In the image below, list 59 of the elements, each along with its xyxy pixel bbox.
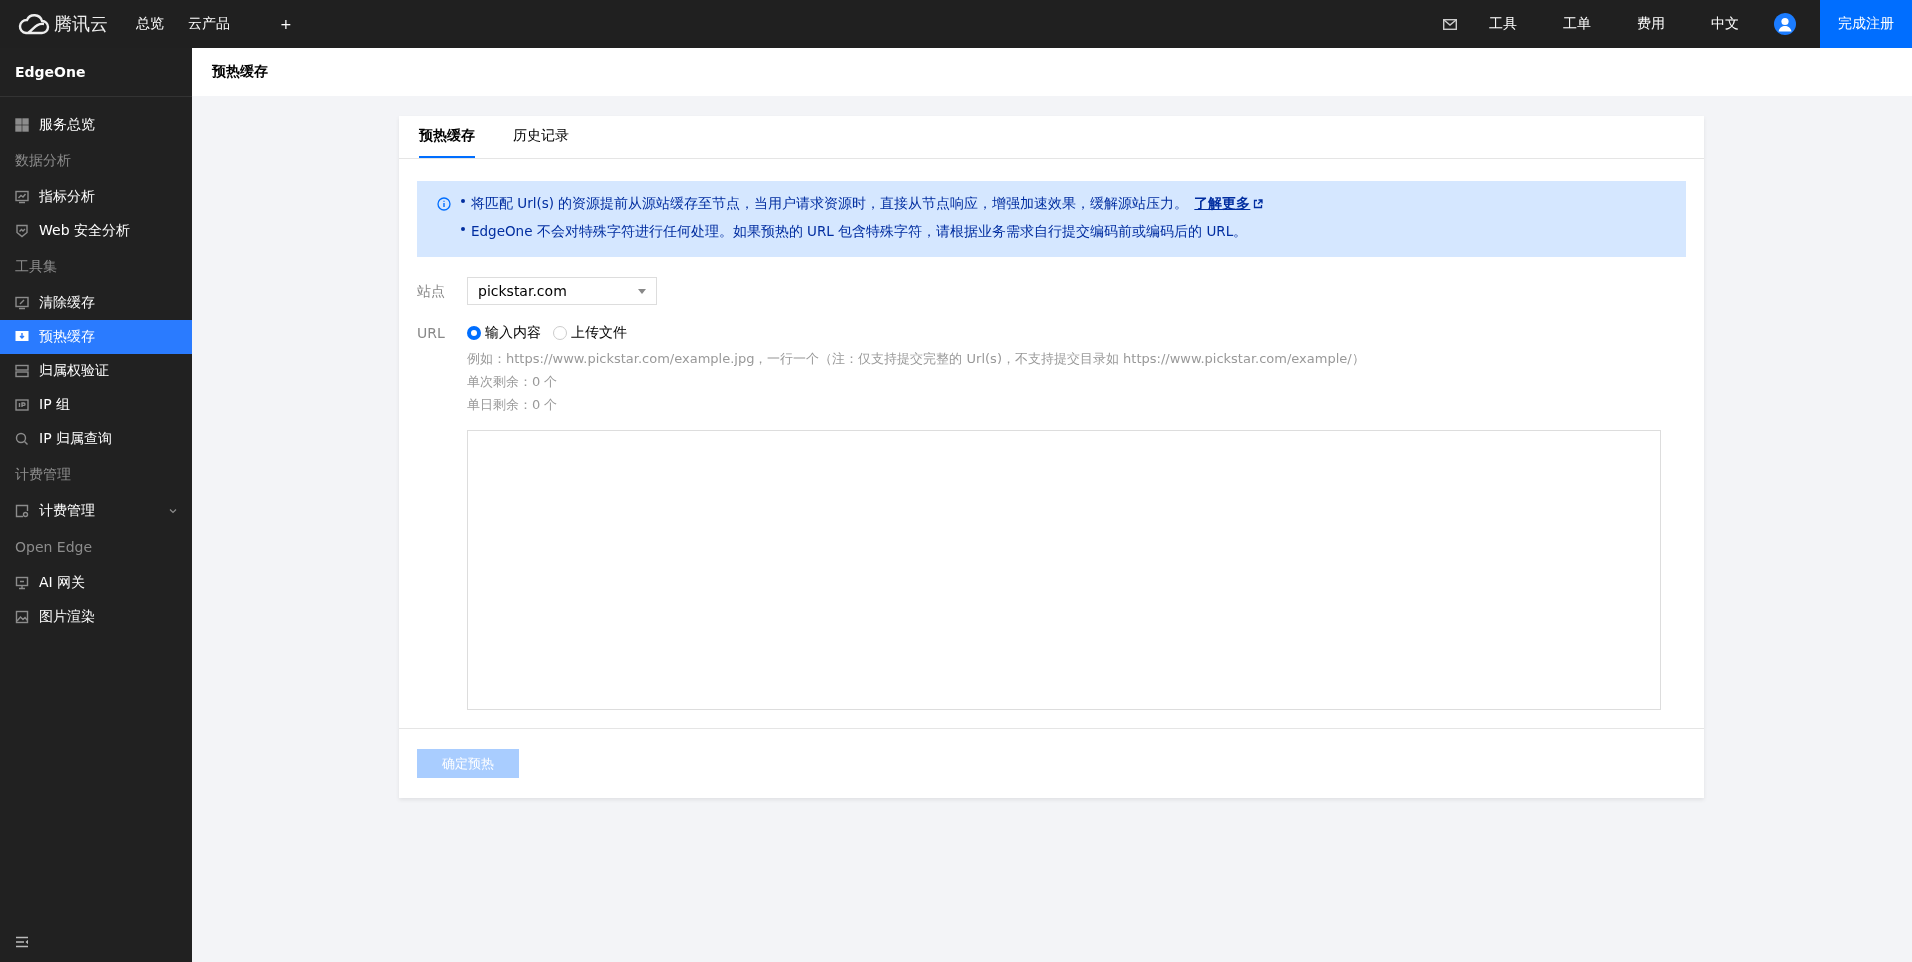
learn-more-link[interactable]: 了解更多 [1194, 195, 1264, 213]
sidebar-item[interactable]: 指标分析 [0, 180, 192, 214]
top-nav-item[interactable]: 总览 [136, 15, 164, 33]
radio-option[interactable]: 输入内容 [467, 324, 541, 342]
sidebar-item[interactable]: IP 归属查询 [0, 422, 192, 456]
sidebar-group-label: 工具集 [14, 257, 58, 276]
sidebar-item[interactable]: 预热缓存 [0, 320, 192, 354]
field-label: 站点 [417, 282, 446, 301]
sidebar-item[interactable]: 归属权验证 [0, 354, 192, 388]
ip-tag-icon [15, 398, 29, 412]
mail-icon[interactable] [1443, 18, 1457, 30]
grid-icon [15, 118, 29, 132]
top-nav-item[interactable]: 工单 [1563, 15, 1591, 33]
user-avatar-icon[interactable] [1774, 13, 1796, 35]
sidebar-item[interactable]: IP 组 [0, 388, 192, 422]
download-monitor-icon [15, 330, 29, 344]
top-nav-item[interactable]: + [280, 16, 292, 32]
tab[interactable]: 历史记录 [513, 116, 569, 158]
sidebar-item[interactable]: 服务总览 [0, 108, 192, 142]
cloud-logo-icon [18, 13, 50, 35]
rows-icon [15, 364, 29, 378]
notice-text: 将匹配 Url(s) 的资源提前从源站缓存至节点，当用户请求资源时，直接从节点响应，增强加速效果，缓解源站压力。 [471, 195, 1189, 213]
sidebar-item[interactable]: 计费管理 [0, 494, 192, 528]
search-icon [15, 432, 29, 446]
logo-text[interactable]: 腾讯云 [54, 12, 108, 36]
image-icon [15, 610, 29, 624]
top-nav-item[interactable]: 工具 [1489, 15, 1517, 33]
sidebar-item[interactable]: 清除缓存 [0, 286, 192, 320]
site-select[interactable]: pickstar.com [467, 277, 657, 305]
external-link-icon [1253, 199, 1264, 209]
hint-text: 单次剩余：0 个 [467, 373, 559, 391]
register-button[interactable]: 完成注册 [1820, 0, 1912, 48]
url-input-field[interactable] [467, 430, 1661, 710]
hint-text: 单日剩余：0 个 [467, 396, 559, 414]
dropdown-caret-icon [638, 288, 646, 294]
monitor-chart-icon [15, 190, 29, 204]
bullet-icon [461, 199, 465, 203]
sidebar-item[interactable]: AI 网关 [0, 566, 192, 600]
chevron-icon[interactable] [168, 506, 178, 516]
tab[interactable]: 预热缓存 [419, 116, 475, 158]
top-nav-item[interactable]: 费用 [1637, 15, 1665, 33]
gateway-icon [15, 576, 29, 590]
sidebar-item[interactable]: Web 安全分析 [0, 214, 192, 248]
notice-text: EdgeOne 不会对特殊字符进行任何处理。如果预热的 URL 包含特殊字符，请根据业务需求自行提交编码前或编码后的 URL。 [471, 223, 1248, 241]
field-label: URL [417, 324, 446, 343]
top-nav-item[interactable]: 云产品 [188, 15, 230, 33]
collapse-menu-icon[interactable] [15, 936, 29, 948]
sidebar-item[interactable]: 图片渲染 [0, 600, 192, 634]
top-nav-item[interactable]: 中文 [1711, 15, 1739, 33]
sidebar-group-label: 数据分析 [14, 151, 72, 170]
monitor-icon [15, 296, 29, 310]
shield-icon [15, 224, 29, 238]
sidebar-group-label: Open Edge [14, 538, 94, 557]
info-icon [437, 197, 451, 211]
billing-icon [15, 504, 29, 518]
radio-option[interactable]: 上传文件 [553, 324, 627, 342]
sidebar-group-label: 计费管理 [14, 465, 72, 484]
page-title: 预热缓存 [192, 48, 1912, 96]
bullet-icon [461, 227, 465, 231]
